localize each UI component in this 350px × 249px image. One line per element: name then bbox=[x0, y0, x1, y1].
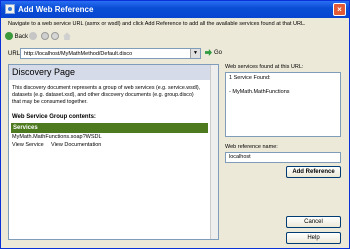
vertical-scrollbar[interactable] bbox=[210, 65, 218, 239]
back-label: Back bbox=[14, 34, 29, 40]
list-item: - MyMath.MathFunctions bbox=[229, 89, 290, 95]
window-title: Add Web Reference bbox=[18, 5, 94, 14]
view-documentation-link[interactable]: View Documentation bbox=[51, 142, 101, 149]
forward-arrow-icon bbox=[29, 32, 37, 41]
url-input[interactable]: http://localhost/MyMathMethod/Default.di… bbox=[20, 48, 201, 59]
services-header: Services bbox=[11, 123, 208, 133]
back-arrow-icon bbox=[5, 32, 13, 41]
services-found-count: 1 Service Found: bbox=[229, 75, 271, 81]
refresh-icon bbox=[51, 32, 59, 41]
stop-icon bbox=[41, 32, 49, 41]
description-line: that may be consumed together. bbox=[12, 99, 88, 105]
go-arrow-icon bbox=[205, 49, 212, 56]
description-line: This discovery document represents a gro… bbox=[12, 85, 201, 91]
group-contents-heading: Web Service Group contents: bbox=[12, 114, 96, 120]
instructions-text: Navigate to a web service URL (asmx or w… bbox=[8, 21, 306, 27]
back-button[interactable]: Back bbox=[5, 32, 28, 42]
home-icon bbox=[63, 32, 71, 41]
web-reference-icon bbox=[5, 4, 15, 14]
home-button[interactable] bbox=[63, 32, 71, 42]
go-label: Go bbox=[214, 50, 223, 57]
chevron-down-icon[interactable]: ▼ bbox=[190, 49, 200, 58]
services-found-list[interactable]: 1 Service Found: - MyMath.MathFunctions bbox=[225, 72, 341, 137]
view-service-link[interactable]: View Service bbox=[12, 142, 44, 149]
cancel-button[interactable]: Cancel bbox=[286, 216, 341, 228]
close-icon[interactable]: × bbox=[333, 3, 346, 16]
web-reference-name-label: Web reference name: bbox=[225, 144, 278, 150]
add-web-reference-dialog: Add Web Reference × Navigate to a web se… bbox=[0, 0, 350, 249]
help-button[interactable]: Help bbox=[286, 232, 341, 244]
refresh-button[interactable] bbox=[51, 32, 59, 42]
services-found-label: Web services found at this URL: bbox=[225, 64, 304, 70]
go-button[interactable]: Go bbox=[205, 49, 222, 58]
url-value: http://localhost/MyMathMethod/Default.di… bbox=[24, 51, 133, 57]
page-description: This discovery document represents a gro… bbox=[12, 85, 207, 106]
description-line: datasets (e.g. dataset.xsd), and other d… bbox=[12, 92, 194, 98]
add-reference-button[interactable]: Add Reference bbox=[286, 166, 341, 178]
services-header-label: Services bbox=[13, 125, 38, 131]
discovery-browser-pane[interactable]: Discovery Page This discovery document r… bbox=[8, 64, 219, 240]
page-header: Discovery Page bbox=[9, 65, 210, 80]
page-title: Discovery Page bbox=[12, 67, 76, 77]
web-reference-name-input[interactable]: localhost bbox=[225, 152, 341, 163]
service-wsdl-link[interactable]: MyMath.MathFunctions.soap?WSDL bbox=[12, 134, 102, 141]
stop-button[interactable] bbox=[41, 32, 49, 42]
forward-button[interactable] bbox=[29, 32, 37, 42]
title-bar[interactable]: Add Web Reference × bbox=[1, 1, 349, 18]
